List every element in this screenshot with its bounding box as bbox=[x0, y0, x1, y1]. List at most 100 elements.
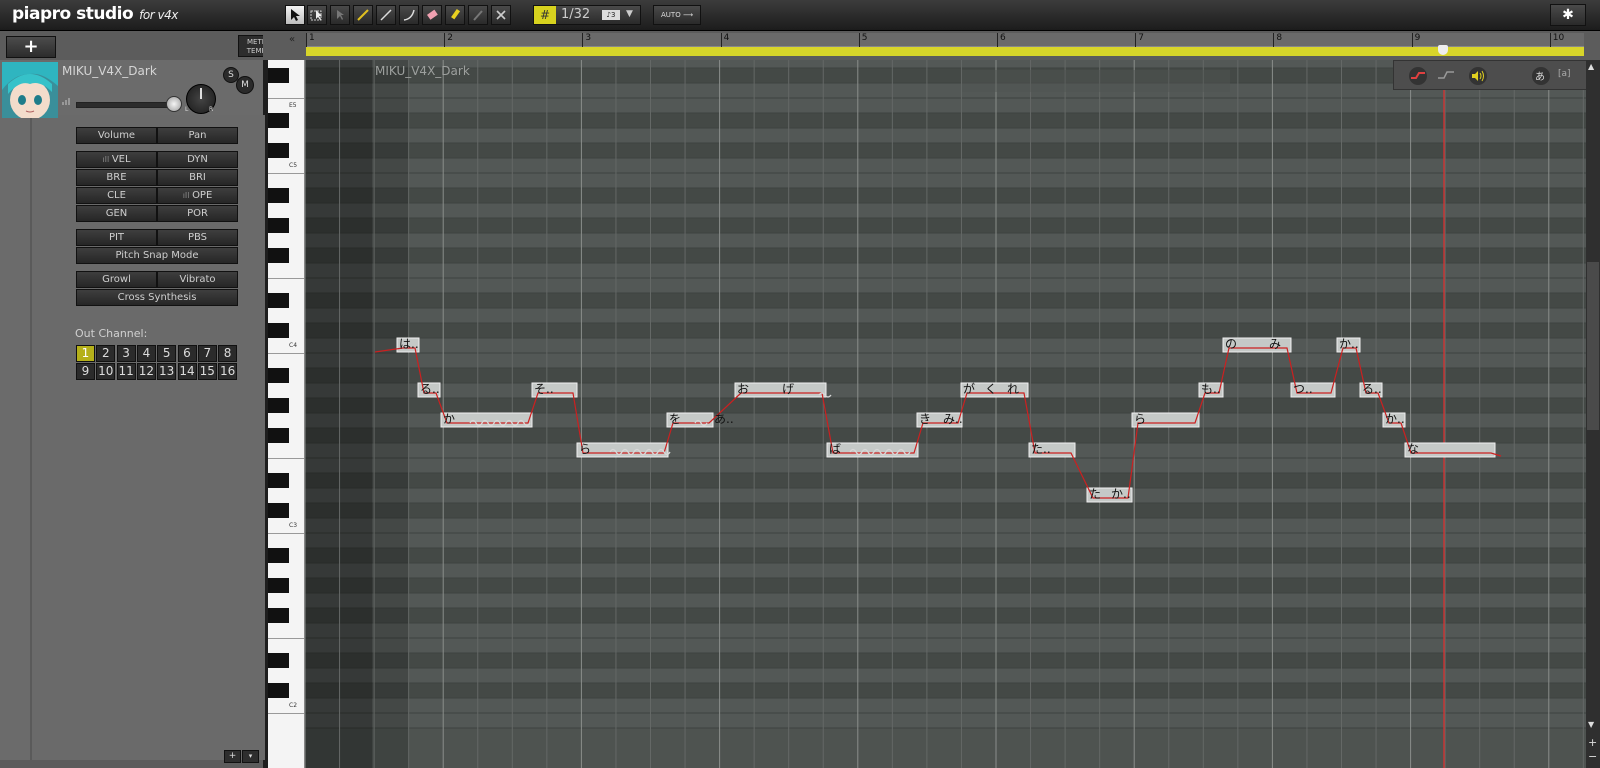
note-lyric[interactable]: た bbox=[1089, 488, 1101, 501]
zoom-out-icon[interactable]: − bbox=[1588, 750, 1597, 763]
black-key[interactable] bbox=[268, 293, 289, 308]
out-channel-6[interactable]: 6 bbox=[177, 345, 197, 362]
param-dyn-button[interactable]: DYN bbox=[157, 151, 238, 168]
volume-slider[interactable] bbox=[76, 102, 178, 108]
note-lyric[interactable]: あ.. bbox=[714, 413, 734, 426]
delete-tool-button[interactable] bbox=[491, 5, 511, 25]
param-bri-button[interactable]: BRI bbox=[157, 169, 238, 186]
note-lyric[interactable]: み.. bbox=[943, 413, 963, 426]
note-lyric[interactable]: か bbox=[443, 413, 455, 426]
note-lyric[interactable]: か.. bbox=[1339, 338, 1359, 351]
out-channel-4[interactable]: 4 bbox=[136, 345, 156, 362]
black-key[interactable] bbox=[268, 608, 289, 623]
param-pbs-button[interactable]: PBS bbox=[157, 229, 238, 246]
note-lyric[interactable]: そ.. bbox=[534, 383, 554, 396]
multi-select-button[interactable] bbox=[330, 5, 350, 25]
note-lyric[interactable]: は.. bbox=[399, 338, 419, 351]
black-key[interactable] bbox=[268, 398, 289, 413]
out-channel-1[interactable]: 1 bbox=[76, 345, 95, 362]
note-lyric[interactable]: つ.. bbox=[1293, 383, 1313, 396]
black-key[interactable] bbox=[268, 428, 289, 443]
out-channel-3[interactable]: 3 bbox=[116, 345, 136, 362]
note-lyric[interactable]: げ bbox=[782, 383, 794, 396]
out-channel-16[interactable]: 16 bbox=[218, 363, 238, 380]
black-key[interactable] bbox=[268, 653, 289, 668]
black-key[interactable] bbox=[268, 113, 289, 128]
volume-slider-knob[interactable] bbox=[166, 96, 182, 112]
param-vel-button[interactable]: ıIl VEL bbox=[76, 151, 157, 168]
collapse-icon[interactable]: « bbox=[289, 34, 295, 45]
add-track-button[interactable]: + bbox=[6, 36, 56, 58]
pencil-tool-button[interactable] bbox=[353, 5, 373, 25]
out-channel-10[interactable]: 10 bbox=[96, 363, 116, 380]
black-key[interactable] bbox=[268, 368, 289, 383]
note-lyric[interactable]: る.. bbox=[420, 383, 440, 396]
curve-tool-button[interactable] bbox=[399, 5, 419, 25]
out-channel-15[interactable]: 15 bbox=[197, 363, 217, 380]
param-bre-button[interactable]: BRE bbox=[76, 169, 157, 186]
pitch-line-icon[interactable] bbox=[1436, 66, 1456, 86]
param-gen-button[interactable]: GEN bbox=[76, 205, 157, 222]
pitch-snap-mode-button[interactable]: Pitch Snap Mode bbox=[76, 247, 238, 264]
black-key[interactable] bbox=[268, 218, 289, 233]
note-lyric[interactable]: み bbox=[1269, 338, 1281, 351]
chevron-down-icon[interactable]: ▾ bbox=[242, 750, 259, 763]
playhead-marker[interactable] bbox=[1438, 45, 1448, 55]
black-key[interactable] bbox=[268, 473, 289, 488]
black-key[interactable] bbox=[268, 503, 289, 518]
param-volume-button[interactable]: Volume bbox=[76, 127, 157, 144]
lyrics-icon[interactable]: あ bbox=[1531, 66, 1551, 86]
black-key[interactable] bbox=[268, 143, 289, 158]
gear-icon[interactable]: ✱ bbox=[1550, 4, 1586, 26]
out-channel-7[interactable]: 7 bbox=[197, 345, 217, 362]
note-lyric[interactable]: お bbox=[737, 383, 749, 396]
line-tool-button[interactable] bbox=[376, 5, 396, 25]
param-ope-button[interactable]: ıIl OPE bbox=[157, 187, 238, 204]
black-key[interactable] bbox=[268, 683, 289, 698]
note-lyric[interactable]: も.. bbox=[1201, 383, 1221, 396]
out-channel-2[interactable]: 2 bbox=[96, 345, 116, 362]
note-lyric[interactable]: ら bbox=[1134, 413, 1146, 426]
note-lyric[interactable]: の bbox=[1225, 338, 1237, 351]
pitch-curve-icon[interactable] bbox=[1408, 66, 1428, 86]
phoneme-icon[interactable]: [a] bbox=[1558, 69, 1571, 79]
mute-button[interactable]: M bbox=[236, 76, 254, 94]
param-pit-button[interactable]: PIT bbox=[76, 229, 157, 246]
param-por-button[interactable]: POR bbox=[157, 205, 238, 222]
out-channel-13[interactable]: 13 bbox=[157, 363, 177, 380]
note-lyric[interactable]: れ bbox=[1007, 383, 1019, 396]
bar-ruler[interactable] bbox=[306, 33, 1584, 46]
black-key[interactable] bbox=[268, 188, 289, 203]
note-lyric[interactable]: ば bbox=[829, 443, 841, 456]
out-channel-8[interactable]: 8 bbox=[218, 345, 238, 362]
cross-synthesis-button[interactable]: Cross Synthesis bbox=[76, 289, 238, 306]
black-key[interactable] bbox=[268, 248, 289, 263]
note-lyric[interactable]: か.. bbox=[1385, 413, 1405, 426]
growl-button[interactable]: Growl bbox=[76, 271, 157, 288]
note-lyric[interactable]: を bbox=[669, 413, 681, 426]
note-lyric[interactable]: ら bbox=[579, 443, 591, 456]
out-channel-5[interactable]: 5 bbox=[157, 345, 177, 362]
zoom-in-icon[interactable]: + bbox=[1588, 736, 1597, 749]
note-lyric[interactable]: な bbox=[1407, 443, 1419, 456]
speaker-icon[interactable] bbox=[1468, 66, 1488, 86]
out-channel-12[interactable]: 12 bbox=[136, 363, 156, 380]
note-lyric[interactable]: き bbox=[919, 413, 931, 426]
out-channel-14[interactable]: 14 bbox=[177, 363, 197, 380]
eraser-tool-button[interactable] bbox=[422, 5, 442, 25]
black-key[interactable] bbox=[268, 68, 289, 83]
black-key[interactable] bbox=[268, 323, 289, 338]
out-channel-11[interactable]: 11 bbox=[116, 363, 136, 380]
black-key[interactable] bbox=[268, 578, 289, 593]
note-lyric[interactable]: た.. bbox=[1031, 443, 1051, 456]
black-key[interactable] bbox=[268, 548, 289, 563]
add-button[interactable]: + bbox=[224, 750, 241, 763]
track-name[interactable]: MIKU_V4X_Dark bbox=[62, 64, 157, 78]
scroll-up-icon[interactable]: ▲ bbox=[1588, 62, 1594, 71]
piano-keyboard[interactable]: E5 C5 C4 C3 C2 bbox=[268, 60, 305, 768]
param-cle-button[interactable]: CLE bbox=[76, 187, 157, 204]
highlighter-tool-button[interactable] bbox=[445, 5, 465, 25]
select-tool-button[interactable] bbox=[285, 5, 305, 25]
note-lyric[interactable]: く bbox=[985, 383, 997, 396]
scroll-down-icon[interactable]: ▼ bbox=[1588, 720, 1594, 729]
